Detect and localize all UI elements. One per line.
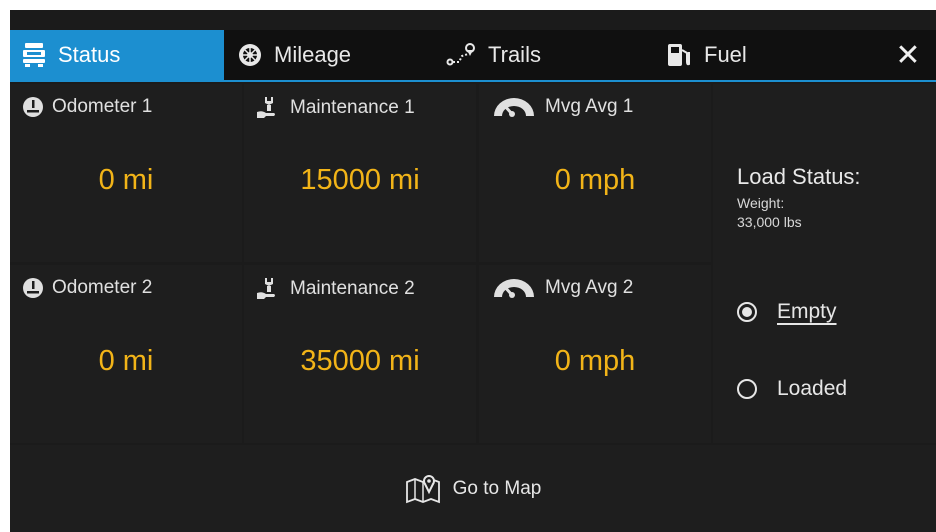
maintenance-icon [256, 277, 282, 301]
odometer-2-header: Odometer 2 [22, 277, 152, 299]
mvg-avg-1-header: Mvg Avg 1 [491, 96, 633, 118]
odometer-1-header: Odometer 1 [22, 96, 152, 118]
loaded-radio-label[interactable]: Loaded [777, 377, 847, 401]
maintenance-2-label: Maintenance 2 [290, 278, 415, 299]
tab-fuel-label: Fuel [704, 42, 747, 67]
odometer-2-label: Odometer 2 [52, 277, 153, 298]
maintenance-1-header: Maintenance 1 [256, 96, 415, 120]
weight-label: Weight: [737, 195, 785, 211]
maintenance-1-value: 15000 mi [300, 164, 420, 196]
tab-trails[interactable]: Trails [446, 30, 646, 80]
load-status-panel: Load Status: Weight: 33,000 lbs Empty Lo… [713, 84, 936, 443]
truck-icon [22, 42, 46, 68]
load-status-title: Load Status: [737, 164, 861, 189]
empty-radio-button[interactable] [737, 302, 757, 322]
loaded-radio-button[interactable] [737, 379, 757, 399]
maintenance-1-label: Maintenance 1 [290, 97, 415, 118]
mvg-avg-2-label: Mvg Avg 2 [545, 277, 634, 298]
maintenance-icon [256, 96, 282, 120]
odometer-2-value: 0 mi [98, 345, 154, 377]
wheel-icon [238, 43, 262, 67]
mvg-avg-1-label: Mvg Avg 1 [545, 96, 634, 117]
tab-status[interactable]: Status [10, 30, 224, 80]
empty-radio-label[interactable]: Empty [777, 300, 837, 324]
mvg-avg-1-value: 0 mph [554, 164, 636, 196]
maintenance-1-tile: Maintenance 1 15000 mi [244, 84, 476, 262]
close-icon: ✕ [895, 37, 921, 73]
tab-status-label: Status [58, 42, 121, 67]
odometer-1-tile: Odometer 1 0 mi [10, 84, 242, 262]
tab-trails-label: Trails [488, 42, 541, 67]
odometer-2-tile: Odometer 2 0 mi [10, 265, 242, 443]
mvg-avg-1-tile: Mvg Avg 1 0 mph [479, 84, 711, 262]
odometer-1-label: Odometer 1 [52, 96, 153, 117]
odometer-icon [22, 277, 44, 299]
status-screen: Status Mileage Trails Fuel ✕ Odometer 1 … [10, 10, 936, 532]
tab-mileage-label: Mileage [274, 42, 352, 67]
speedometer-icon [491, 96, 537, 118]
tab-bar: Status Mileage Trails Fuel ✕ [10, 30, 936, 82]
go-to-map-button[interactable]: Go to Map [10, 445, 936, 532]
empty-radio-option[interactable]: Empty [737, 300, 837, 324]
fuel-pump-icon [666, 42, 692, 68]
go-to-map-label: Go to Map [452, 477, 542, 499]
close-button[interactable]: ✕ [880, 30, 936, 80]
route-icon [446, 42, 476, 68]
maintenance-2-tile: Maintenance 2 35000 mi [244, 265, 476, 443]
weight-value: 33,000 lbs [737, 214, 802, 230]
map-pin-icon [405, 474, 441, 504]
odometer-icon [22, 96, 44, 118]
tab-mileage[interactable]: Mileage [238, 30, 438, 80]
maintenance-2-value: 35000 mi [300, 345, 420, 377]
odometer-1-value: 0 mi [98, 164, 154, 196]
mvg-avg-2-value: 0 mph [554, 345, 636, 377]
tab-fuel[interactable]: Fuel [666, 30, 866, 80]
speedometer-icon [491, 277, 537, 299]
mvg-avg-2-header: Mvg Avg 2 [491, 277, 633, 299]
maintenance-2-header: Maintenance 2 [256, 277, 415, 301]
mvg-avg-2-tile: Mvg Avg 2 0 mph [479, 265, 711, 443]
loaded-radio-option[interactable]: Loaded [737, 377, 847, 401]
